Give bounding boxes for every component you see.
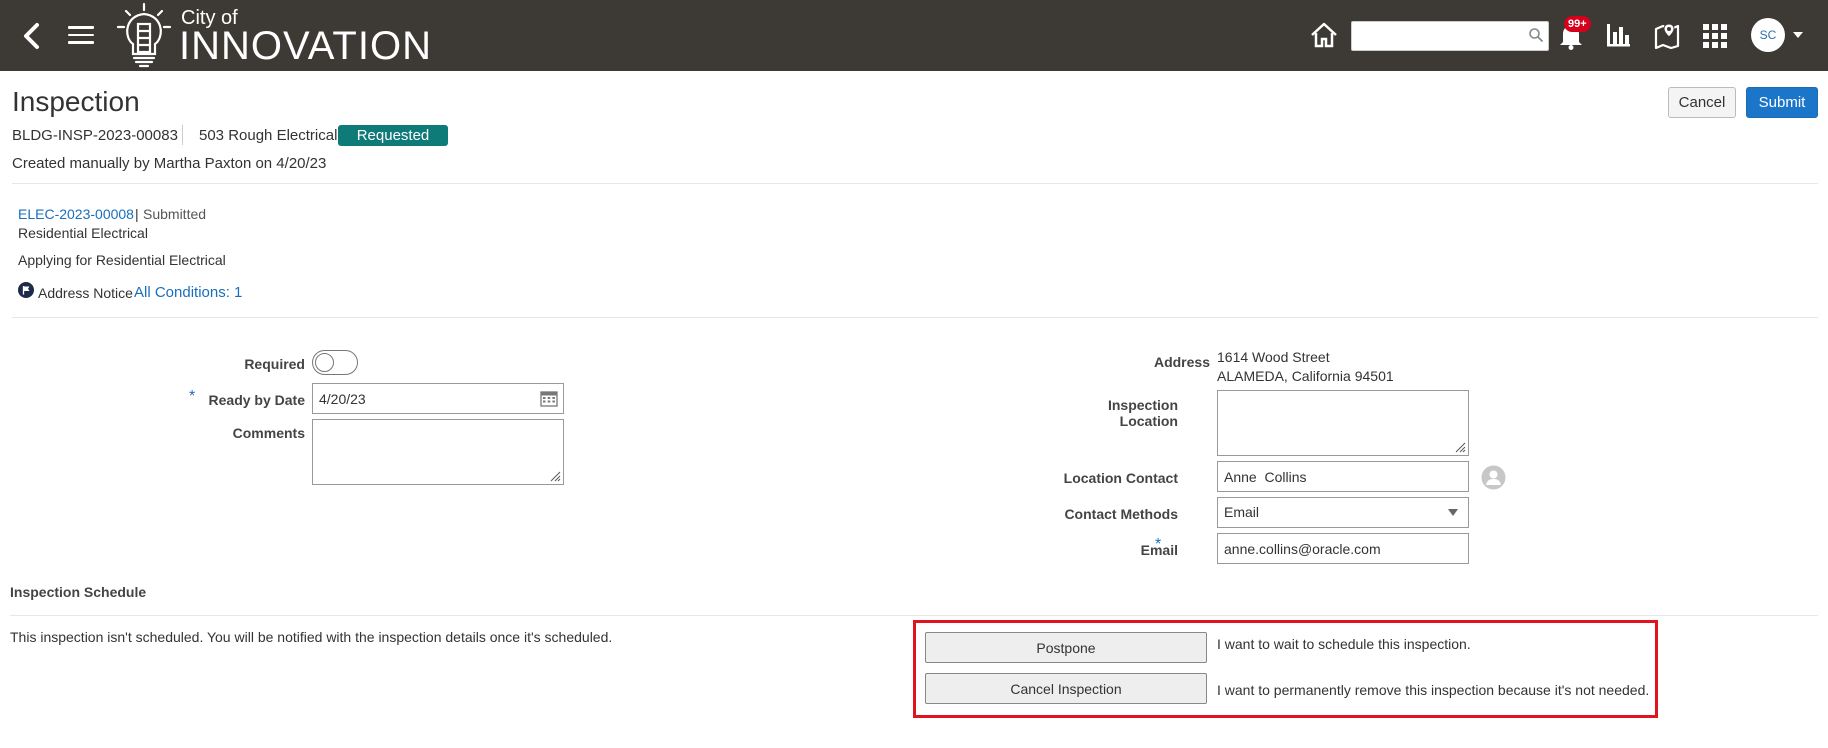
email-input[interactable]: [1217, 533, 1469, 564]
app-header: City of INNOVATION 99+ SC: [0, 0, 1828, 71]
cancel-inspection-button[interactable]: Cancel Inspection: [925, 673, 1207, 704]
inspection-schedule-heading: Inspection Schedule: [10, 584, 147, 600]
toggle-knob: [315, 353, 334, 372]
address-label: Address: [1153, 354, 1210, 370]
comments-label: Comments: [232, 425, 305, 441]
ready-by-date-label: Ready by Date: [208, 392, 305, 408]
cancel-inspection-description: I want to permanently remove this inspec…: [1217, 682, 1650, 698]
lightbulb-logo-icon: [116, 2, 172, 68]
address-line1: 1614 Wood Street: [1217, 349, 1330, 365]
inspection-location-textarea[interactable]: [1217, 390, 1469, 456]
page-title: Inspection: [12, 86, 140, 117]
map-pin-icon[interactable]: [1654, 21, 1680, 49]
contact-methods-select[interactable]: Email: [1217, 497, 1469, 528]
logo-name-text: INNOVATION: [179, 24, 432, 68]
all-conditions-link[interactable]: All Conditions: 1: [134, 284, 242, 301]
search-icon[interactable]: [1528, 27, 1544, 43]
submit-button[interactable]: Submit: [1746, 87, 1818, 118]
contact-methods-value: Email: [1224, 504, 1260, 520]
permit-link[interactable]: ELEC-2023-00008: [18, 206, 134, 222]
email-label: Email: [1140, 542, 1178, 558]
created-info: Created manually by Martha Paxton on 4/2…: [12, 155, 327, 172]
user-avatar[interactable]: SC: [1751, 18, 1785, 52]
notification-count-badge: 99+: [1564, 16, 1591, 32]
divider: [182, 125, 183, 145]
required-toggle[interactable]: [312, 350, 358, 375]
permit-status: Submitted: [143, 206, 207, 222]
location-contact-input[interactable]: [1217, 461, 1469, 492]
contact-lookup-icon[interactable]: [1481, 465, 1506, 490]
permit-description: Applying for Residential Electrical: [18, 252, 226, 268]
permit-separator: |: [135, 206, 139, 222]
postpone-description: I want to wait to schedule this inspecti…: [1217, 636, 1471, 652]
required-marker: *: [189, 388, 196, 405]
cancel-button[interactable]: Cancel: [1668, 87, 1736, 118]
ready-by-date-input[interactable]: [312, 383, 564, 414]
address-notice-label: Address Notice: [38, 285, 133, 301]
resize-grip-icon[interactable]: [1454, 441, 1466, 453]
divider: [12, 183, 1818, 184]
inspection-id: BLDG-INSP-2023-00083: [12, 127, 178, 144]
inspection-location-label: Inspection Location: [1107, 397, 1178, 429]
flag-icon: [18, 282, 34, 298]
divider: [12, 317, 1818, 318]
required-label: Required: [244, 356, 305, 372]
global-search-input[interactable]: [1351, 21, 1549, 51]
location-contact-label: Location Contact: [1063, 470, 1178, 486]
inspection-type: 503 Rough Electrical: [199, 127, 338, 144]
user-menu-caret-icon[interactable]: [1793, 32, 1803, 38]
divider: [10, 615, 1818, 616]
home-icon[interactable]: [1310, 22, 1338, 48]
address-line2: ALAMEDA, California 94501: [1217, 368, 1394, 384]
schedule-message: This inspection isn't scheduled. You wil…: [10, 629, 613, 645]
menu-hamburger-icon[interactable]: [68, 26, 94, 46]
comments-textarea[interactable]: [312, 419, 564, 485]
back-chevron-icon[interactable]: [18, 20, 44, 52]
calendar-icon[interactable]: [540, 390, 558, 407]
permit-type: Residential Electrical: [18, 225, 148, 241]
resize-grip-icon[interactable]: [549, 470, 561, 482]
status-badge: Requested: [338, 125, 448, 146]
contact-methods-label: Contact Methods: [1064, 506, 1178, 522]
postpone-button[interactable]: Postpone: [925, 632, 1207, 663]
bar-chart-icon[interactable]: [1605, 22, 1631, 48]
dropdown-caret-icon[interactable]: [1448, 509, 1458, 516]
app-grid-icon[interactable]: [1703, 24, 1727, 48]
